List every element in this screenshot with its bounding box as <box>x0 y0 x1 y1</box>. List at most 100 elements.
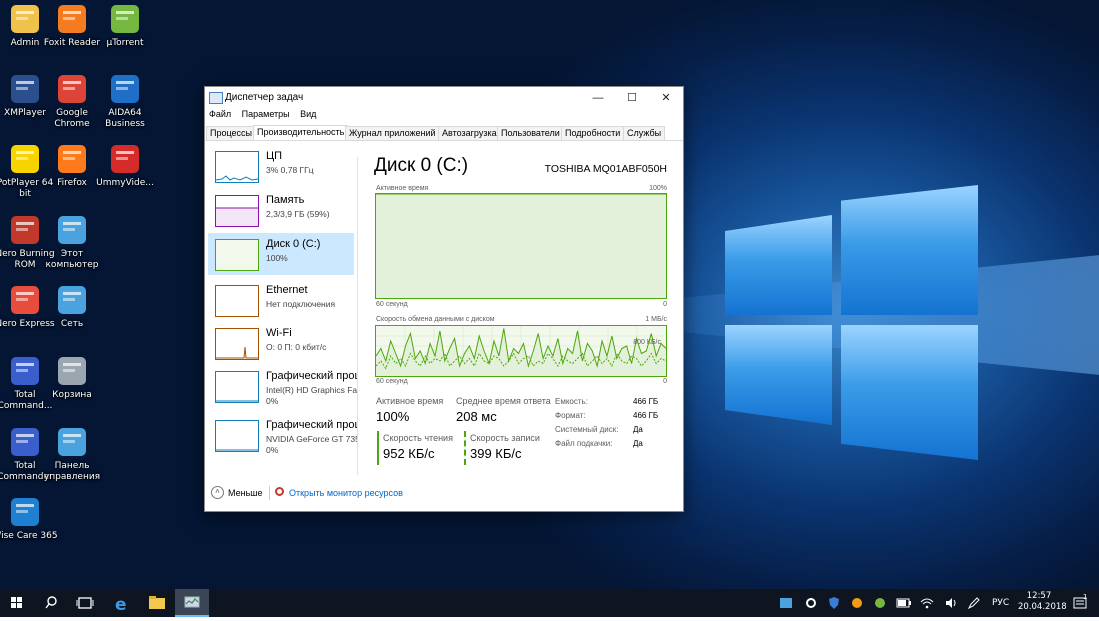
format-value: 466 ГБ <box>633 411 659 420</box>
tab-services[interactable]: Службы <box>623 126 666 140</box>
desktop-icon[interactable]: Корзина <box>39 354 105 401</box>
sidebar-thumbnail <box>215 239 259 271</box>
disk-model: TOSHIBA MQ01ABF050H <box>544 163 667 175</box>
logo-pane-top-right <box>841 185 978 315</box>
task-manager-window[interactable]: Диспетчер задач — ☐ ✕ Файл Параметры Вид… <box>204 86 684 512</box>
aida64-icon <box>108 72 142 106</box>
menu-bar: Файл Параметры Вид <box>205 109 683 123</box>
minimize-button[interactable]: — <box>581 87 615 109</box>
footer: ˄ Меньше Открыть монитор ресурсов <box>205 483 683 507</box>
tab-performance[interactable]: Производительность <box>253 125 349 140</box>
graph2-max: 1 МБ/с <box>645 316 667 323</box>
menu-view[interactable]: Вид <box>300 109 316 119</box>
logo-pane-bottom-right <box>841 325 978 460</box>
tray-orange-icon[interactable] <box>851 596 863 610</box>
sidebar-item-sub: 2,3/3,9 ГБ (59%) <box>266 209 330 219</box>
task-view-icon <box>76 597 94 609</box>
page-file-label: Файл подкачки: <box>555 439 613 448</box>
graph2-mid: 800 КБ/с <box>633 339 661 346</box>
tab-details[interactable]: Подробности <box>561 126 625 140</box>
desktop-icon-label: UmmyVide... <box>96 178 154 188</box>
graph1-xright: 0 <box>663 301 667 308</box>
recycle-bin-icon <box>55 354 89 388</box>
resource-monitor-icon <box>275 487 284 496</box>
language-indicator[interactable]: РУС <box>992 598 1009 608</box>
menu-options[interactable]: Параметры <box>242 109 290 119</box>
sidebar-item-sub: 100% <box>266 253 288 263</box>
sidebar-item[interactable]: Графический процессор 0 Intel(R) HD Graph… <box>208 365 357 413</box>
tab-processes[interactable]: Процессы <box>206 126 257 140</box>
sidebar-item-name: Память <box>266 194 305 206</box>
desktop-icon[interactable]: Этот компьютер <box>39 213 105 271</box>
active-time-graph <box>375 193 667 299</box>
sidebar-item[interactable]: Графический процессор 1 NVIDIA GeForce GT… <box>208 414 357 462</box>
sidebar-item[interactable]: Wi-Fi О: 0 П: 0 кбит/с <box>208 322 354 364</box>
desktop-icon[interactable]: Wise Care 365 <box>0 495 58 542</box>
title-bar[interactable]: Диспетчер задач — ☐ ✕ <box>205 87 683 109</box>
sidebar-item[interactable]: ЦП 3% 0,78 ГГц <box>208 145 354 187</box>
open-resource-monitor-link[interactable]: Открыть монитор ресурсов <box>289 488 403 498</box>
pen-icon[interactable] <box>967 596 981 610</box>
ummy-download-icon <box>108 142 142 176</box>
desktop-icon[interactable]: Панель управления <box>39 425 105 483</box>
sidebar-thumbnail <box>215 328 259 360</box>
desktop-icon-label: µTorrent <box>106 38 144 48</box>
graph1-xleft: 60 секунд <box>376 301 408 308</box>
clock-time: 12:57 <box>1026 591 1052 601</box>
search-button[interactable] <box>34 589 68 617</box>
action-center-button[interactable]: 1 <box>1068 593 1092 613</box>
resource-sidebar: ЦП 3% 0,78 ГГц Память 2,3/3,9 ГБ (59%) Диск … <box>205 141 357 473</box>
sidebar-item[interactable]: Память 2,3/3,9 ГБ (59%) <box>208 189 354 231</box>
taskbar: e РУС 12:57 20.04.2018 1 <box>0 589 1099 617</box>
sidebar-item-name: Графический процессор 0 <box>266 370 357 382</box>
tray-shield-icon[interactable] <box>828 596 840 610</box>
graph2-xright: 0 <box>663 378 667 385</box>
window-title: Диспетчер задач <box>225 92 304 103</box>
sidebar-item[interactable]: Диск 0 (C:) 100% <box>208 233 354 275</box>
nero-disc-icon <box>8 213 42 247</box>
control-panel-icon <box>55 425 89 459</box>
sidebar-thumbnail <box>215 285 259 317</box>
tray-utorrent-icon[interactable] <box>874 596 886 610</box>
clock[interactable]: 12:57 20.04.2018 <box>1018 591 1067 613</box>
tray-circle-icon[interactable] <box>805 596 817 610</box>
explorer-taskbar-button[interactable] <box>140 589 174 617</box>
sidebar-item-sub: NVIDIA GeForce GT 735M <box>266 434 357 444</box>
task-view-button[interactable] <box>68 589 102 617</box>
utorrent-icon <box>108 2 142 36</box>
computer-icon <box>55 213 89 247</box>
fewer-details-link[interactable]: Меньше <box>228 488 263 498</box>
volume-icon[interactable] <box>944 596 958 610</box>
write-legend-bar <box>464 431 466 465</box>
sidebar-item-name: Графический процессор 1 <box>266 419 357 431</box>
wifi-icon[interactable] <box>920 596 934 610</box>
start-button[interactable] <box>0 589 34 617</box>
tray-app-icon[interactable] <box>780 597 792 609</box>
write-speed-value: 399 КБ/с <box>470 446 522 461</box>
tab-app-history[interactable]: Журнал приложений <box>345 126 440 140</box>
tab-startup[interactable]: Автозагрузка <box>438 126 501 140</box>
logo-pane-top-left <box>725 215 832 315</box>
capacity-label: Емкость: <box>555 397 588 406</box>
windows-logo-icon <box>11 597 22 608</box>
desktop-icon-label: Этот компьютер <box>45 249 99 270</box>
chevron-up-icon[interactable]: ˄ <box>211 486 224 499</box>
desktop-icon-label: Сеть <box>60 319 84 329</box>
close-button[interactable]: ✕ <box>649 87 683 109</box>
menu-file[interactable]: Файл <box>209 109 231 119</box>
sidebar-item-sub: 3% 0,78 ГГц <box>266 165 314 175</box>
maximize-button[interactable]: ☐ <box>615 87 649 109</box>
desktop-icon[interactable]: Сеть <box>39 283 105 330</box>
graph1-max: 100% <box>649 185 667 192</box>
battery-icon[interactable] <box>896 597 912 609</box>
desktop-icon[interactable]: µTorrent <box>92 2 158 49</box>
desktop-icon[interactable]: AIDA64 Business <box>92 72 158 130</box>
task-manager-taskbar-button[interactable] <box>175 589 209 617</box>
network-icon <box>55 283 89 317</box>
tab-strip: Процессы Производительность Журнал прило… <box>205 125 683 141</box>
edge-taskbar-button[interactable]: e <box>105 589 139 617</box>
desktop-icon[interactable]: UmmyVide... <box>92 142 158 189</box>
tab-users[interactable]: Пользователи <box>497 126 564 140</box>
sidebar-item-name: Ethernet <box>266 284 308 296</box>
sidebar-item[interactable]: Ethernet Нет подключения <box>208 279 354 321</box>
